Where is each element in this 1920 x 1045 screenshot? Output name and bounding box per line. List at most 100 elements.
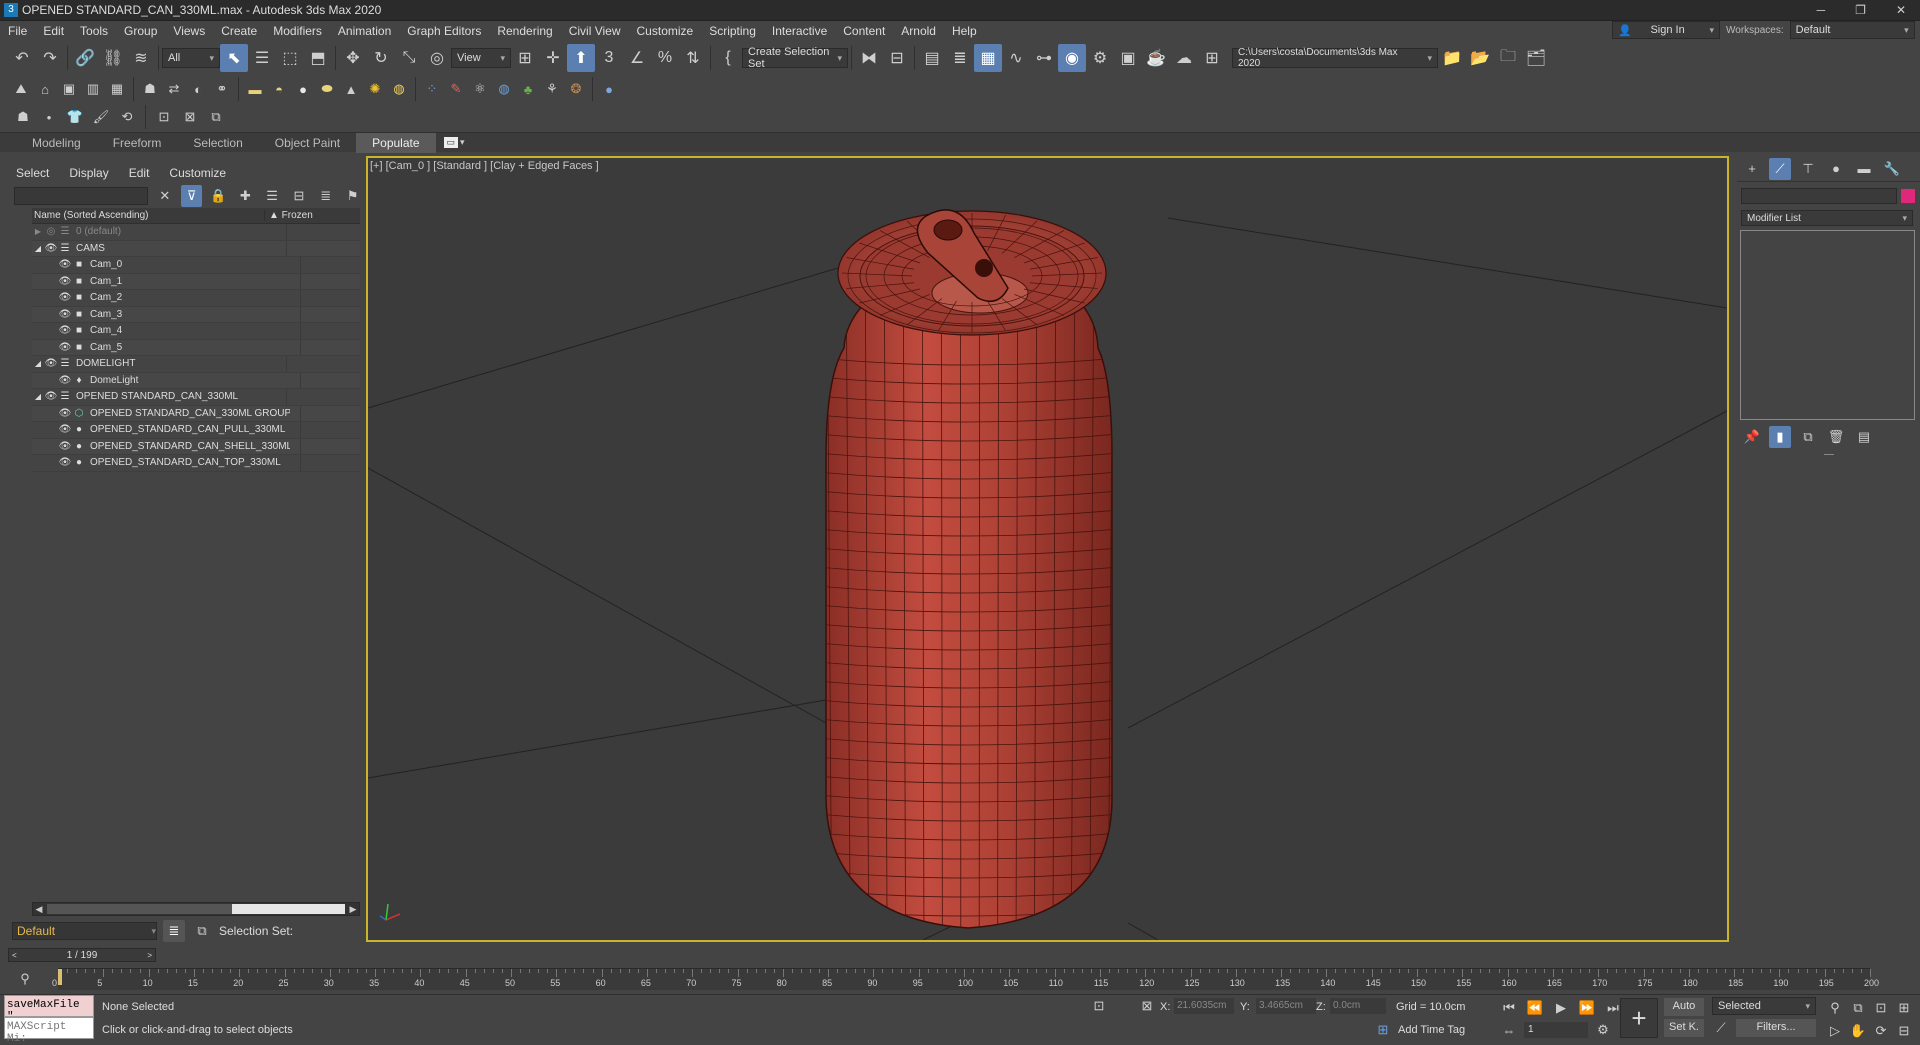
search-field[interactable] bbox=[14, 187, 149, 205]
sun-icon[interactable]: ✺ bbox=[364, 78, 386, 100]
zoom-extents-icon[interactable]: ⊡ bbox=[1870, 997, 1892, 1019]
fur-icon[interactable]: ❂ bbox=[565, 78, 587, 100]
menu-create[interactable]: Create bbox=[213, 21, 265, 41]
rotate-icon[interactable]: ↻ bbox=[367, 44, 395, 72]
remove-modifier-icon[interactable]: 🗑 bbox=[1825, 426, 1847, 448]
cloth-icon[interactable]: ⌂ bbox=[34, 78, 56, 100]
project-new-icon[interactable]: 🗀 bbox=[1494, 44, 1522, 72]
rendered-frame-window-icon[interactable]: ▣ bbox=[1114, 44, 1142, 72]
tree-row[interactable]: 👁 ■ Cam_2 bbox=[32, 290, 360, 307]
small-dot-icon[interactable]: • bbox=[38, 106, 60, 128]
ribbon-toggle-icon[interactable]: ▦ bbox=[974, 44, 1002, 72]
angle-snap-icon[interactable]: ∠ bbox=[623, 44, 651, 72]
object-color-swatch[interactable] bbox=[1901, 189, 1915, 203]
visibility-eye-icon[interactable]: 👁 bbox=[58, 375, 72, 386]
key-filter-icon[interactable]: ⟋ bbox=[1710, 1017, 1732, 1039]
ungroup-icon[interactable]: ⊠ bbox=[179, 106, 201, 128]
zoom-extents-all-icon[interactable]: ⊞ bbox=[1893, 997, 1915, 1019]
set-key-button[interactable]: Set K. bbox=[1664, 1019, 1704, 1037]
snaps-toggle-icon[interactable]: 3 bbox=[595, 44, 623, 72]
globe-icon[interactable]: ◍ bbox=[493, 78, 515, 100]
time-slider[interactable]: < 1 / 199 > bbox=[8, 948, 156, 962]
tree-row[interactable]: 👁 ♦ DomeLight bbox=[32, 372, 360, 389]
explorer-menu-select[interactable]: Select bbox=[16, 166, 49, 180]
show-end-result-icon[interactable]: ▮ bbox=[1769, 426, 1791, 448]
select-by-name-icon[interactable]: ☰ bbox=[248, 44, 276, 72]
explorer-layers-icon[interactable]: ☗ bbox=[12, 106, 34, 128]
transform-icon[interactable]: ⇄ bbox=[163, 78, 185, 100]
visibility-eye-icon[interactable]: 👁 bbox=[58, 276, 72, 287]
col-name[interactable]: Name (Sorted Ascending) bbox=[32, 210, 264, 221]
scale-icon[interactable]: ⤡ bbox=[395, 44, 423, 72]
hair-icon[interactable]: ⚘ bbox=[541, 78, 563, 100]
menu-customize[interactable]: Customize bbox=[629, 21, 702, 41]
menu-rendering[interactable]: Rendering bbox=[489, 21, 560, 41]
render-setup-2-icon[interactable]: ⊞ bbox=[1198, 44, 1226, 72]
scroll-left-icon[interactable]: ◀ bbox=[33, 904, 45, 915]
terrain-icon[interactable]: ⛰ bbox=[10, 78, 32, 100]
project-open-icon[interactable]: 📂 bbox=[1466, 44, 1494, 72]
prev-key-icon[interactable]: ⏪ bbox=[1524, 997, 1546, 1019]
ribbon-tab-selection[interactable]: Selection bbox=[177, 133, 258, 153]
tree-row[interactable]: 👁 ■ Cam_4 bbox=[32, 323, 360, 340]
modifier-stack[interactable] bbox=[1740, 230, 1915, 420]
menu-help[interactable]: Help bbox=[944, 21, 985, 41]
clear-search-icon[interactable]: ✕ bbox=[154, 185, 175, 207]
transform-gizmo-icon[interactable]: ⟲ bbox=[116, 106, 138, 128]
mirror-icon[interactable]: ⧓ bbox=[855, 44, 883, 72]
unlink-icon[interactable]: ⛓ bbox=[99, 44, 127, 72]
group-icon[interactable]: ⊡ bbox=[153, 106, 175, 128]
col-frozen[interactable]: ▲ Frozen bbox=[264, 210, 313, 221]
disc-icon[interactable]: ⬬ bbox=[316, 78, 338, 100]
bind-spacewarp-icon[interactable]: ≋ bbox=[127, 44, 155, 72]
tree-row[interactable]: 👁 ■ Cam_0 bbox=[32, 257, 360, 274]
placement-icon[interactable]: ◎ bbox=[423, 44, 451, 72]
filters-button[interactable]: Filters... bbox=[1736, 1019, 1816, 1037]
env-sphere-icon[interactable]: ● bbox=[598, 78, 620, 100]
menu-views[interactable]: Views bbox=[165, 21, 213, 41]
make-unique-icon[interactable]: ⧉ bbox=[1797, 426, 1819, 448]
maxscript-listener[interactable]: saveMaxFile " MAXScript Mi: bbox=[4, 995, 94, 1045]
layer-explorer-icon[interactable]: ≣ bbox=[946, 44, 974, 72]
menu-civil-view[interactable]: Civil View bbox=[561, 21, 629, 41]
time-config-icon[interactable]: ⚙ bbox=[1592, 1019, 1614, 1041]
auto-key-button[interactable]: Auto bbox=[1664, 998, 1704, 1016]
add-layer-icon[interactable]: ✚ bbox=[235, 185, 256, 207]
restore-icon[interactable]: ❐ bbox=[1855, 3, 1866, 17]
layer-toggle-icon[interactable]: ≣ bbox=[163, 920, 185, 942]
motion-tab-icon[interactable]: ● bbox=[1825, 158, 1847, 180]
visibility-eye-icon[interactable]: 👁 bbox=[58, 259, 72, 270]
ribbon-tab-modeling[interactable]: Modeling bbox=[16, 133, 97, 153]
menu-content[interactable]: Content bbox=[835, 21, 893, 41]
tree-row[interactable]: 👁 ● OPENED_STANDARD_CAN_PULL_330ML bbox=[32, 422, 360, 439]
expand-toggle-icon[interactable]: ▶ bbox=[32, 227, 44, 236]
layers-icon[interactable]: ☰ bbox=[262, 185, 283, 207]
box-icon[interactable]: ▣ bbox=[58, 78, 80, 100]
utilities-tab-icon[interactable]: 🔧 bbox=[1881, 158, 1903, 180]
create-tab-icon[interactable]: + bbox=[1741, 158, 1763, 180]
key-mode-select[interactable]: Selected bbox=[1712, 997, 1816, 1015]
fov-icon[interactable]: ▷ bbox=[1824, 1020, 1846, 1042]
selection-filter[interactable]: All bbox=[162, 48, 220, 68]
prev-frame-icon[interactable]: < bbox=[12, 951, 17, 960]
filter-icon[interactable]: ⊽ bbox=[181, 185, 203, 207]
ribbon-tab-object-paint[interactable]: Object Paint bbox=[259, 133, 356, 153]
explorer-menu-edit[interactable]: Edit bbox=[129, 166, 150, 180]
workspace-select[interactable]: Default bbox=[1789, 21, 1915, 39]
menu-animation[interactable]: Animation bbox=[330, 21, 399, 41]
visibility-eye-icon[interactable]: 👁 bbox=[44, 391, 58, 402]
explorer-menu-display[interactable]: Display bbox=[69, 166, 108, 180]
time-tag-icon[interactable]: ⊞ bbox=[1372, 1019, 1394, 1041]
schematic-view-icon[interactable]: ⊶ bbox=[1030, 44, 1058, 72]
select-manipulate-icon[interactable]: ✛ bbox=[539, 44, 567, 72]
menu-file[interactable]: File bbox=[0, 21, 35, 41]
keyboard-shortcut-override-icon[interactable]: ⬆ bbox=[567, 44, 595, 72]
shatter-icon[interactable]: ✎ bbox=[445, 78, 467, 100]
minimize-icon[interactable]: ─ bbox=[1817, 3, 1826, 17]
layer-icon[interactable]: ☗ bbox=[139, 78, 161, 100]
molecule-icon[interactable]: ⚛ bbox=[469, 78, 491, 100]
modifier-list[interactable]: Modifier List bbox=[1741, 210, 1913, 226]
redo-icon[interactable]: ↷ bbox=[36, 44, 64, 72]
scroll-right-icon[interactable]: ▶ bbox=[347, 904, 359, 915]
menu-arnold[interactable]: Arnold bbox=[893, 21, 944, 41]
